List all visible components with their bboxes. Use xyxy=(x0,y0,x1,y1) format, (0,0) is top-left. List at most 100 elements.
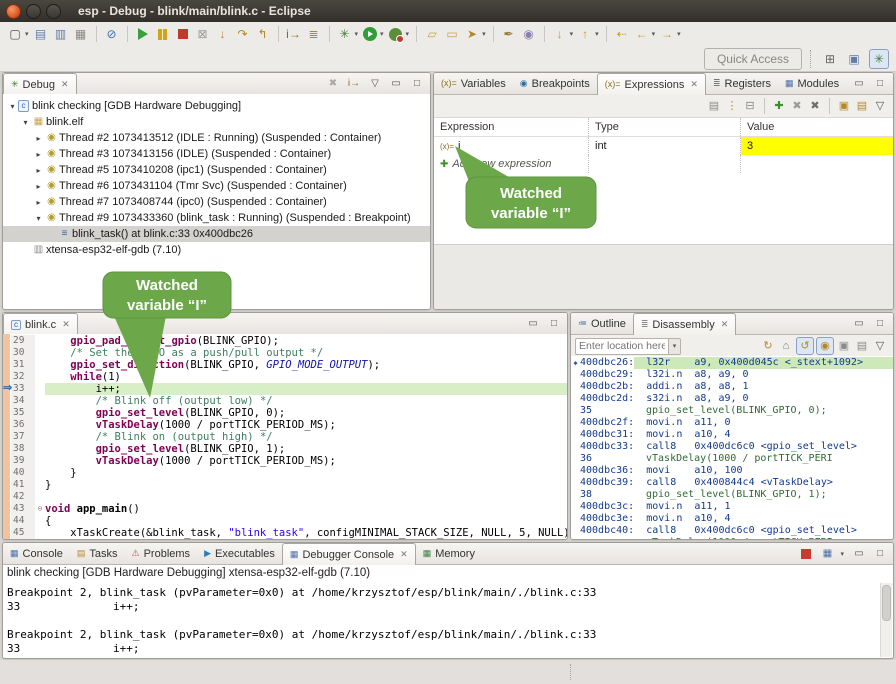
show-type-names-icon[interactable]: ▤ xyxy=(706,98,722,114)
line-number[interactable]: 34 xyxy=(11,395,35,407)
team-sync-icon[interactable]: ◉ xyxy=(520,25,538,43)
skip-all-breakpoints-icon[interactable]: ⊘ xyxy=(103,25,121,43)
minimize-view-icon[interactable]: ▭ xyxy=(526,317,540,331)
tab-outline[interactable]: ≔Outline xyxy=(571,313,633,334)
debug-configurations-dropdown[interactable]: ▾ xyxy=(355,30,359,38)
location-input[interactable] xyxy=(575,338,669,355)
debug-perspective-icon[interactable]: ✳ xyxy=(869,49,889,69)
tree-expander-icon[interactable]: ▾ xyxy=(7,102,18,111)
tree-expander-icon[interactable]: ▾ xyxy=(20,118,31,127)
launch-rocket-icon[interactable]: ➤ xyxy=(463,25,481,43)
view-menu-icon[interactable]: ▽ xyxy=(368,77,382,91)
window-maximize-button[interactable] xyxy=(46,4,61,19)
line-number[interactable]: 31 xyxy=(11,359,35,371)
tab-debug[interactable]: ✳Debug✕ xyxy=(3,73,77,95)
disassembly-line[interactable]: 400dbc39: call8 0x400844c4 <vTaskDelay> xyxy=(571,477,893,489)
window-minimize-button[interactable] xyxy=(26,4,41,19)
disassembly-line[interactable]: 400dbc2f: movi.n a11, 0 xyxy=(571,417,893,429)
line-number[interactable]: 41 xyxy=(11,479,35,491)
line-number[interactable]: 43 xyxy=(11,503,35,515)
print-icon[interactable]: ▦ xyxy=(72,25,90,43)
line-number[interactable]: 42 xyxy=(11,491,35,503)
tab-memory[interactable]: ▦Memory xyxy=(416,543,482,564)
tab-blink-c[interactable]: cblink.c✕ xyxy=(3,313,78,335)
line-number[interactable]: 33 xyxy=(11,383,35,395)
disassembly-line[interactable]: ◆400dbc26: l32r a9, 0x400d045c <_stext+1… xyxy=(571,357,893,369)
last-edit-location-icon[interactable]: ⇠ xyxy=(613,25,631,43)
tab-tasks[interactable]: ▤Tasks xyxy=(70,543,125,564)
code-line[interactable]: 38 gpio_set_level(BLINK_GPIO, 1); xyxy=(11,443,567,455)
debug-tree-row[interactable]: ▸◉Thread #6 1073431104 (Tmr Svc) (Suspen… xyxy=(3,178,430,194)
line-number[interactable]: 30 xyxy=(11,347,35,359)
previous-annotation-dropdown[interactable]: ▾ xyxy=(595,30,599,38)
track-expression-icon[interactable]: ◉ xyxy=(816,337,834,355)
save-all-icon[interactable]: ▥ xyxy=(52,25,70,43)
tab-debugger-console[interactable]: ▦Debugger Console✕ xyxy=(282,543,416,565)
code-line[interactable]: 41} xyxy=(11,479,567,491)
editor-area[interactable]: 29 gpio_pad_select_gpio(BLINK_GPIO);30 /… xyxy=(3,334,567,539)
use-step-filters-icon[interactable]: ≣ xyxy=(305,25,323,43)
minimize-view-icon[interactable]: ▭ xyxy=(852,317,866,331)
minimize-view-icon[interactable]: ▭ xyxy=(852,77,866,91)
debug-tree-row[interactable]: ▸◉Thread #2 1073413512 (IDLE : Running) … xyxy=(3,130,430,146)
debug-tree-row[interactable]: ▸◉Thread #3 1073413156 (IDLE) (Suspended… xyxy=(3,146,430,162)
code-line[interactable]: 43⊖void app_main() xyxy=(11,503,567,515)
resume-icon[interactable] xyxy=(134,25,152,43)
instruction-stepping-icon[interactable]: i→ xyxy=(285,25,303,43)
refresh-view-icon[interactable]: ↻ xyxy=(760,338,776,354)
line-number[interactable]: 40 xyxy=(11,467,35,479)
close-tab-icon[interactable]: ✕ xyxy=(721,319,729,330)
tree-expander-icon[interactable]: ▸ xyxy=(33,150,44,159)
code-line[interactable]: 35 gpio_set_level(BLINK_GPIO, 0); xyxy=(11,407,567,419)
console-scrollbar[interactable] xyxy=(880,583,892,657)
tree-expander-icon[interactable]: ▸ xyxy=(33,134,44,143)
tab-registers[interactable]: ≣Registers xyxy=(706,73,778,94)
open-project-icon[interactable]: ▭ xyxy=(443,25,461,43)
disassembly-line[interactable]: 36vTaskDelay(1000 / portTICK_PERI xyxy=(571,453,893,465)
disassembly-line[interactable]: 400dbc29: l32i.n a8, a9, 0 xyxy=(571,369,893,381)
launch-rocket-dropdown[interactable]: ▾ xyxy=(482,30,486,38)
disassembly-line[interactable]: 400dbc3e: movi.n a10, 4 xyxy=(571,513,893,525)
sync-with-stack-frame-icon[interactable]: ↺ xyxy=(796,337,814,355)
disassembly-line[interactable]: 400dbc2d: s32i.n a8, a9, 0 xyxy=(571,393,893,405)
display-selected-console-dropdown[interactable]: ▾ xyxy=(840,550,844,558)
debug-configurations-icon[interactable]: ✳ xyxy=(336,25,354,43)
line-number[interactable]: 37 xyxy=(11,431,35,443)
view-menu-icon[interactable]: ▽ xyxy=(872,338,888,354)
show-logical-structure-icon[interactable]: ⋮ xyxy=(724,98,740,114)
maximize-view-icon[interactable]: □ xyxy=(547,317,561,331)
run-configurations-icon[interactable] xyxy=(361,25,379,43)
maximize-view-icon[interactable]: □ xyxy=(873,77,887,91)
disassembly-listing[interactable]: ◆400dbc26: l32r a9, 0x400d045c <_stext+1… xyxy=(571,356,893,539)
close-tab-icon[interactable]: ✕ xyxy=(61,79,69,90)
disassembly-line[interactable]: 400dbc36: movi a10, 100 xyxy=(571,465,893,477)
maximize-view-icon[interactable]: □ xyxy=(410,77,424,91)
line-number[interactable]: 35 xyxy=(11,407,35,419)
tab-console[interactable]: ▦Console xyxy=(3,543,70,564)
tab-disassembly[interactable]: ≣Disassembly✕ xyxy=(633,313,736,335)
maximize-view-icon[interactable]: □ xyxy=(873,317,887,331)
code-line[interactable]: 40 } xyxy=(11,467,567,479)
add-expression-icon[interactable]: ✚ xyxy=(771,98,787,114)
collapse-all-icon[interactable]: ⊟ xyxy=(742,98,758,114)
close-tab-icon[interactable]: ✕ xyxy=(62,319,70,330)
disconnect-icon[interactable]: ⊠ xyxy=(194,25,212,43)
quick-access-button[interactable]: Quick Access xyxy=(704,48,802,70)
terminate-icon[interactable] xyxy=(174,25,192,43)
disassembly-line[interactable]: 400dbc31: movi.n a10, 4 xyxy=(571,429,893,441)
tree-expander-icon[interactable]: ▸ xyxy=(33,198,44,207)
tab-breakpoints[interactable]: ◉Breakpoints xyxy=(513,73,597,94)
pin-view-icon[interactable]: ▤ xyxy=(854,98,870,114)
location-dropdown-icon[interactable]: ▾ xyxy=(669,338,681,355)
close-tab-icon[interactable]: ✕ xyxy=(690,79,698,90)
code-line[interactable]: 37 /* Blink on (output high) */ xyxy=(11,431,567,443)
code-line[interactable]: 44{ xyxy=(11,515,567,527)
line-number[interactable]: 45 xyxy=(11,527,35,539)
tab-variables[interactable]: (x)=Variables xyxy=(434,73,513,94)
disassembly-line[interactable]: 38gpio_set_level(BLINK_GPIO, 1); xyxy=(571,489,893,501)
previous-annotation-icon[interactable]: ↑ xyxy=(576,25,594,43)
annotation-ruler[interactable] xyxy=(3,334,10,539)
external-tools-icon[interactable] xyxy=(387,25,405,43)
open-perspective-icon[interactable]: ⊞ xyxy=(821,50,839,68)
remove-all-terminated-icon[interactable]: ✖ xyxy=(326,77,340,91)
